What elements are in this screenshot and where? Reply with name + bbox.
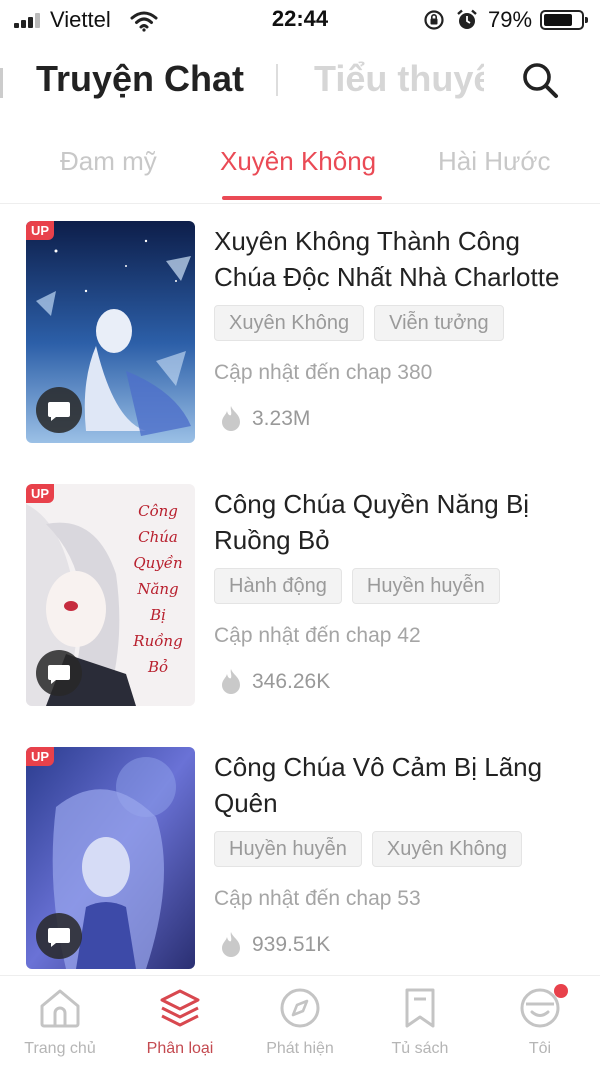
chapter-status: Cập nhật đến chap 53 xyxy=(214,887,421,910)
tab-xuyen-khong[interactable]: Xuyên Không xyxy=(220,146,376,177)
battery-percent: 79% xyxy=(488,7,533,32)
genre-tag[interactable]: Huyền huyễn xyxy=(214,831,362,867)
story-cover[interactable]: UP xyxy=(26,221,195,443)
rotation-lock-icon xyxy=(424,10,444,30)
nav-categories-label: Phân loại xyxy=(146,1040,214,1057)
story-title[interactable]: Xuyên Không Thành Công Chúa Độc Nhất Nhà… xyxy=(214,223,584,295)
notification-dot xyxy=(554,984,568,998)
nav-discover[interactable]: Phát hiện xyxy=(240,976,360,1065)
story-cover[interactable]: UP xyxy=(26,747,195,969)
page-title[interactable]: Truyện Chat xyxy=(36,58,244,100)
genre-tag[interactable]: Hành động xyxy=(214,568,342,604)
nav-discover-label: Phát hiện xyxy=(266,1040,334,1057)
view-count-value: 3.23M xyxy=(252,407,311,430)
flame-icon xyxy=(222,932,240,957)
cover-title-text: Công Chúa Quyền Năng Bị Ruồng Bỏ xyxy=(133,502,183,676)
story-title[interactable]: Công Chúa Quyền Năng Bị Ruồng Bỏ xyxy=(214,486,584,558)
nav-profile[interactable]: Tôi xyxy=(480,976,600,1065)
category-tabs: Đam mỹ Xuyên Không Hài Hước xyxy=(0,132,600,204)
header-divider xyxy=(276,64,278,96)
chat-bubble-icon xyxy=(36,913,82,959)
story-tags: Xuyên Không Viễn tưởng xyxy=(214,305,514,341)
chat-bubble-icon xyxy=(36,387,82,433)
tab-hai-huoc[interactable]: Hài Hước xyxy=(438,146,550,177)
update-badge: UP xyxy=(26,484,55,503)
story-item[interactable]: UP Xuyên Không Thành Công Chúa Độc Nhất … xyxy=(0,205,600,445)
nav-home[interactable]: Trang chủ xyxy=(0,976,120,1065)
chapter-status: Cập nhật đến chap 42 xyxy=(214,624,421,647)
flame-icon xyxy=(222,406,240,431)
search-icon[interactable] xyxy=(518,58,562,102)
tab-novel[interactable]: Tiểu thuyết xyxy=(314,58,484,100)
view-count-value: 939.51K xyxy=(252,933,331,956)
nav-categories[interactable]: Phân loại xyxy=(120,976,240,1065)
chapter-status: Cập nhật đến chap 380 xyxy=(214,361,433,384)
nav-profile-label: Tôi xyxy=(528,1040,552,1057)
genre-tag[interactable]: Xuyên Không xyxy=(214,305,365,341)
battery-icon xyxy=(540,10,588,30)
nav-bookshelf-label: Tủ sách xyxy=(391,1040,449,1057)
genre-tag[interactable]: Xuyên Không xyxy=(371,831,522,867)
update-badge: UP xyxy=(26,747,55,766)
bookmark-icon xyxy=(405,988,435,1028)
header: Truyện Chat Tiểu thuyết xyxy=(0,44,600,114)
flame-icon xyxy=(222,669,240,694)
story-item[interactable]: UP Công Chúa Vô Cảm Bị Lãng Quên Huyền h… xyxy=(0,731,600,971)
header-edge-divider xyxy=(0,68,3,98)
nav-home-label: Trang chủ xyxy=(24,1040,96,1057)
genre-tag[interactable]: Huyền huyễn xyxy=(351,568,500,604)
tab-dam-my[interactable]: Đam mỹ xyxy=(60,146,157,177)
status-bar: Viettel 22:44 79% xyxy=(0,0,600,40)
story-item[interactable]: UP Công Chúa Quyền Năng Bị Ruồng Bỏ Công… xyxy=(0,468,600,708)
nav-bookshelf[interactable]: Tủ sách xyxy=(360,976,480,1065)
story-tags: Hành động Huyền huyễn xyxy=(214,568,510,604)
layers-icon xyxy=(160,989,200,1027)
alarm-icon xyxy=(457,9,477,29)
genre-tag[interactable]: Viễn tưởng xyxy=(374,305,504,341)
update-badge: UP xyxy=(26,221,55,240)
home-icon xyxy=(40,989,80,1028)
active-tab-indicator xyxy=(222,196,382,200)
compass-icon xyxy=(280,988,320,1028)
story-tags: Huyền huyễn Xuyên Không xyxy=(214,831,532,867)
view-count-value: 346.26K xyxy=(252,670,331,693)
bottom-nav: Trang chủ Phân loại Phát hiện Tủ sách Tô… xyxy=(0,975,600,1065)
story-cover[interactable]: UP Công Chúa Quyền Năng Bị Ruồng Bỏ xyxy=(26,484,195,706)
view-count: 346.26K xyxy=(218,668,330,698)
view-count: 939.51K xyxy=(218,931,330,961)
chat-bubble-icon xyxy=(36,650,82,696)
story-title[interactable]: Công Chúa Vô Cảm Bị Lãng Quên xyxy=(214,749,584,821)
view-count: 3.23M xyxy=(218,405,310,435)
